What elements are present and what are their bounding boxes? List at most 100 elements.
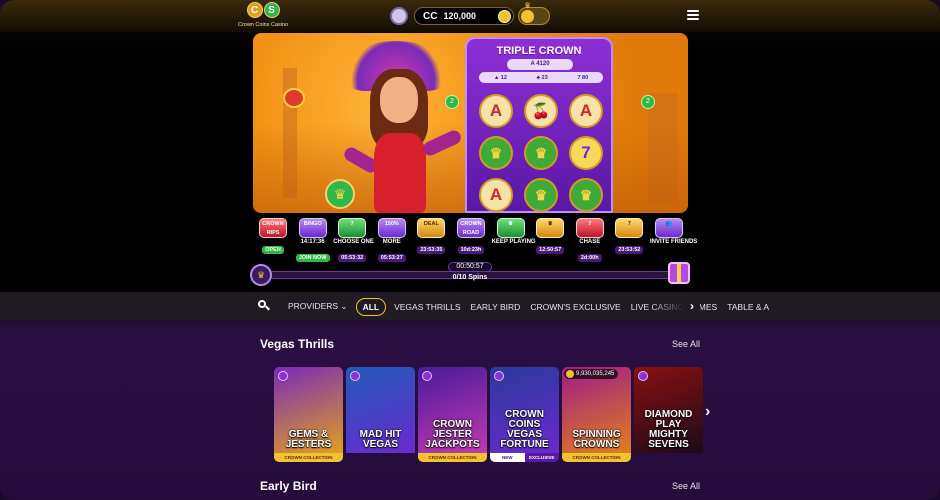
gem-icon [494, 371, 504, 381]
category-nav: PROVIDERS ⌄ ALL VEGAS THRILLS EARLY BIRD CRO… [0, 292, 940, 320]
game-tile[interactable]: CROWN JESTER JACKPOTS CROWN COLLECTION [418, 367, 487, 462]
heart-icon [283, 88, 305, 108]
promo-label: KEEP PLAYING [491, 239, 536, 245]
pay-item: ♣ 23 [536, 74, 548, 81]
promo-tile[interactable]: CROWN RIPS OPEN [254, 218, 292, 258]
promo-label: 14:17:36 [300, 239, 325, 245]
currency-label: CC [423, 10, 438, 22]
promotions-strip: CROWN RIPS OPEN BINGO 14:17:36 JOIN NOW 7 CHOO… [254, 218, 698, 262]
promo-icon: CROWN RIPS [259, 218, 287, 238]
sweeps-coin-toggle[interactable]: ♛ [518, 1, 550, 25]
slot-paytable: ▲ 12 ♣ 23 7 80 [479, 72, 603, 83]
gem-icon [278, 371, 288, 381]
chevron-right-icon[interactable]: › [690, 299, 694, 313]
crown-coins-logo[interactable]: C S Crown Coins Casino [238, 2, 288, 30]
promo-tile[interactable]: CROWN ROAD 10d:23h [452, 218, 490, 258]
slot-subtitle: A 4120 [507, 59, 573, 70]
see-all-link[interactable]: See All [672, 339, 700, 349]
promo-label: MORE [382, 239, 401, 245]
reel-symbol: ♛ [524, 178, 558, 212]
promo-tag: 05:53:32 [338, 254, 367, 262]
promo-icon: 7 [338, 218, 367, 238]
category-tab[interactable]: CROWN'S EXCLUSIVE [525, 298, 625, 316]
promo-icon: BINGO [298, 218, 327, 238]
coin-balance[interactable]: CC 120,000 [414, 7, 514, 25]
search-icon[interactable] [258, 300, 270, 311]
category-tab[interactable]: PROVIDERS ⌄ [283, 297, 353, 316]
game-tile[interactable]: GEMS & JESTERS CROWN COLLECTION [274, 367, 343, 462]
promo-label: CHASE [579, 239, 601, 245]
logo-coin-gold: C [246, 2, 263, 18]
reel-symbol: A [569, 94, 603, 128]
promo-tile[interactable]: ♛ KEEP PLAYING [491, 218, 536, 258]
chevron-right-icon[interactable]: › [705, 403, 710, 421]
promo-tile[interactable]: 7 23:53:52 [610, 218, 648, 258]
game-tile[interactable]: CROWN COINS VEGAS FORTUNE NEW EXCLUSIVE [490, 367, 559, 462]
game-tile[interactable]: 9,930,035,245 SPINNING CROWNS CROWN COLLEC… [562, 367, 631, 462]
promo-tile[interactable]: 👥 INVITE FRIENDS [649, 218, 698, 258]
game-title: DIAMOND PLAY MIGHTY SEVENS [644, 409, 693, 450]
gem-icon [638, 371, 648, 381]
promo-tag: 23:53:35 [417, 246, 446, 254]
spins-count: 0/10 Spins [452, 274, 488, 281]
slot-reels: A 🍒 A ♛ ♛ 7 A ♛ ♛ [479, 94, 603, 212]
reel-symbol: 7 [569, 136, 603, 170]
reel-symbol: 🍒 [524, 94, 558, 128]
category-tab[interactable]: TABLE & A [722, 298, 774, 316]
game-badge: NEW EXCLUSIVE [490, 453, 559, 462]
jackpot-counter: 9,930,035,245 [564, 369, 619, 379]
game-title: MAD HIT VEGAS [359, 429, 402, 450]
game-tile[interactable]: MAD HIT VEGAS [346, 367, 415, 462]
spins-timer: 00:50:57 [448, 262, 492, 272]
casino-lobby: C S Crown Coins Casino CC 120,000 ♛ 2 2 [0, 0, 940, 500]
promo-label: INVITE FRIENDS [649, 239, 698, 245]
daily-spins-progress[interactable]: ♛ 00:50:57 0/10 Spins [250, 262, 690, 288]
promo-icon: 150% [377, 218, 406, 238]
promo-tile[interactable]: ♛ 12:50:57 [531, 218, 569, 258]
promo-icon: ♛ [536, 218, 565, 238]
logo-text: Crown Coins Casino [238, 22, 289, 28]
game-tile[interactable]: DIAMOND PLAY MIGHTY SEVENS [634, 367, 703, 462]
avatar-icon[interactable] [390, 7, 408, 25]
promo-icon: DEAL [417, 218, 446, 238]
promo-tag: 05:53:27 [377, 254, 406, 262]
menu-icon[interactable] [687, 10, 699, 20]
slot-title: TRIPLE CROWN [496, 45, 582, 57]
hero-banner[interactable]: 2 2 ♛ TRIPLE CROWN A 4120 ▲ 12 ♣ 23 7 80… [253, 33, 688, 213]
promo-tile[interactable]: 150% MORE 05:53:27 [373, 218, 411, 262]
category-tab[interactable]: EARLY BIRD [466, 298, 526, 316]
showgirl-illustration [338, 41, 468, 213]
promo-tile[interactable]: DEAL 23:53:35 [412, 218, 450, 258]
green-coin-icon: 2 [641, 95, 655, 109]
promo-tile[interactable]: 7 CHOOSE ONE 05:53:32 [333, 218, 374, 262]
promo-icon: 7 [615, 218, 644, 238]
see-all-link[interactable]: See All [672, 481, 700, 491]
promo-tag: 23:53:52 [615, 246, 644, 254]
pay-item: 7 80 [577, 74, 589, 81]
game-badge: CROWN COLLECTION [274, 453, 343, 462]
gem-icon [422, 371, 432, 381]
gold-coin-icon [498, 10, 511, 23]
game-title: SPINNING CROWNS [572, 429, 621, 450]
reel-symbol: A [479, 94, 513, 128]
promo-tag: 12:50:57 [536, 246, 565, 254]
reel-symbol: A [479, 178, 513, 212]
category-tab[interactable]: ALL [355, 297, 387, 316]
section-title-early-bird: Early Bird [260, 479, 317, 493]
category-tab[interactable]: VEGAS THRILLS [389, 298, 465, 316]
promo-tag: 2d:00h [577, 254, 602, 262]
promo-icon: 7 [575, 218, 604, 238]
game-title: CROWN COINS VEGAS FORTUNE [500, 409, 549, 450]
game-title: CROWN JESTER JACKPOTS [425, 419, 480, 450]
top-bar: C S Crown Coins Casino CC 120,000 ♛ [0, 0, 940, 32]
logo-coin-green: S [263, 2, 280, 18]
triple-crown-slot: TRIPLE CROWN A 4120 ▲ 12 ♣ 23 7 80 A 🍒 A… [465, 37, 613, 213]
promo-tile[interactable]: BINGO 14:17:36 JOIN NOW [294, 218, 332, 262]
promo-tag: OPEN [262, 246, 284, 254]
reel-symbol: ♛ [479, 136, 513, 170]
reel-symbol: ♛ [524, 136, 558, 170]
crown-icon: ♛ [250, 264, 272, 286]
game-title: GEMS & JESTERS [285, 429, 332, 450]
gift-icon[interactable] [668, 262, 690, 284]
promo-tile[interactable]: 7 CHASE 2d:00h [571, 218, 609, 262]
